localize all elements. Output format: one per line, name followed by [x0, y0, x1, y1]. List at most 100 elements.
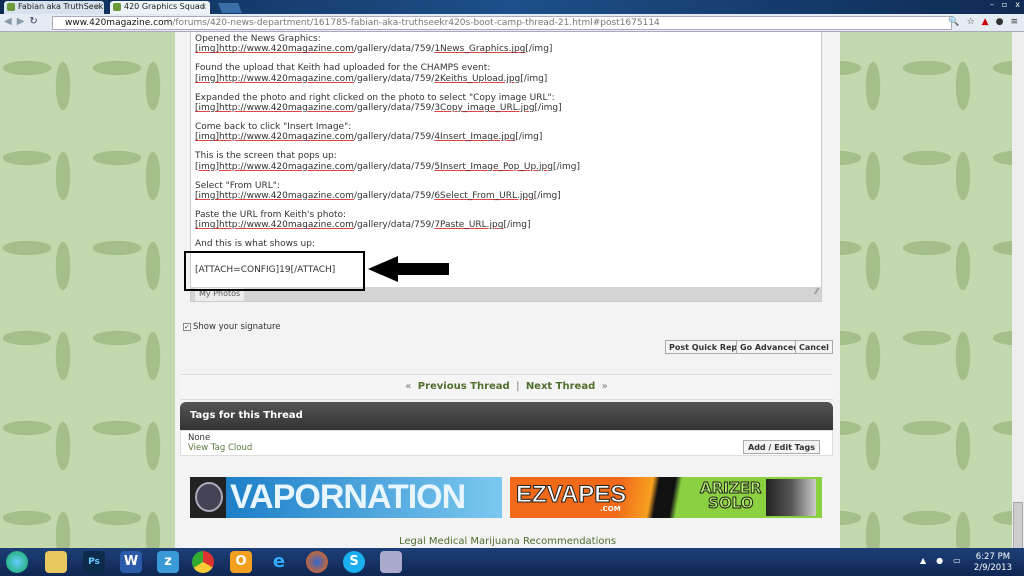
add-edit-tags-button[interactable]: Add / Edit Tags	[743, 440, 820, 454]
url-domain: www.420magazine.com	[246, 73, 354, 84]
extension-icon[interactable]: ▲	[982, 17, 989, 27]
outlook-icon[interactable]: O	[230, 551, 252, 573]
maximize-icon[interactable]: ▫	[1002, 0, 1007, 9]
signature-label: Show your signature	[193, 322, 281, 332]
url-domain: www.420magazine.com	[65, 18, 173, 28]
img-tag: [img]http://www.420magazine.com/gallery/…	[195, 44, 552, 54]
url-domain: www.420magazine.com	[246, 161, 354, 172]
forward-icon[interactable]: ▶	[17, 16, 25, 27]
step-label: Select "From URL":	[195, 180, 280, 191]
url-prefix: [img]http://	[195, 190, 247, 201]
tray-app-icon[interactable]: ●	[936, 556, 943, 565]
tab-label: 420 Graphics Squad	[124, 2, 205, 11]
star-icon[interactable]: ☆	[967, 17, 975, 27]
url-suffix: [/img]	[534, 103, 562, 114]
url-file: 4Insert_Image.jpg	[434, 132, 516, 143]
separator: |	[516, 381, 520, 392]
tab-fabian[interactable]: Fabian aka TruthSeek ×	[4, 1, 104, 14]
url-suffix: [/img]	[503, 220, 531, 231]
signature-option[interactable]: ✓ Show your signature	[183, 322, 281, 332]
editor-paragraph: Opened the News Graphics: [img]http://ww…	[195, 34, 805, 55]
thread-navigation: « Previous Thread | Next Thread »	[180, 374, 833, 400]
url-input[interactable]: www.420magazine.com/forums/420-news-depa…	[52, 16, 952, 30]
url-path: /gallery/data/759/	[353, 44, 435, 55]
url-file: 1News_Graphics.jpg	[434, 44, 526, 55]
url-file: 2Keiths_Upload.jpg	[434, 73, 521, 84]
date: 2/9/2013	[973, 563, 1012, 573]
editor-paragraph: Select "From URL": [img]http://www.420mag…	[195, 181, 805, 202]
url-prefix: [img]http://	[195, 132, 247, 143]
editor-paragraph: Paste the URL from Keith's photo: [img]ht…	[195, 210, 805, 231]
go-advanced-button[interactable]: Go Advanced	[736, 340, 803, 354]
minimize-icon[interactable]: –	[990, 0, 994, 9]
ad-text: VAPORNATION	[230, 478, 466, 516]
ezvapes-ad[interactable]: EZVAPES .COM ARIZER SOLO	[510, 477, 822, 518]
tab-graphics-squad[interactable]: 420 Graphics Squad ×	[110, 1, 210, 14]
scrollbar[interactable]	[1012, 32, 1024, 552]
network-icon[interactable]: ▭	[953, 556, 961, 565]
editor-paragraph: Come back to click "Insert Image": [img]h…	[195, 122, 805, 143]
url-file: 5Insert_Image_Pop_Up.jpg	[434, 161, 553, 172]
prev-arrow: «	[405, 381, 412, 392]
close-icon[interactable]: ×	[200, 2, 207, 11]
cancel-button[interactable]: Cancel	[795, 340, 833, 354]
z-app-icon[interactable]: z	[157, 551, 179, 573]
zoom-icon[interactable]: 🔍	[948, 17, 959, 27]
next-arrow: »	[601, 381, 608, 392]
url-prefix: [img]http://	[195, 220, 247, 231]
taskbar: Ps W z O e S ▲ ● ▭ 6:27 PM 2/9/2013	[0, 548, 1024, 576]
resize-handle-icon[interactable]: ⁄⁄	[815, 287, 818, 296]
url-file: 3Copy_image_URL.jpg	[434, 103, 535, 114]
tags-value: None	[188, 433, 211, 443]
ad-subtext: .COM	[600, 505, 621, 513]
arrow-icon	[368, 256, 449, 282]
url-path: /gallery/data/759/	[353, 220, 435, 231]
tags-header: Tags for this Thread	[180, 402, 833, 430]
extension-icon[interactable]: ●	[996, 17, 1004, 27]
url-prefix: [img]http://	[195, 161, 247, 172]
url-prefix: [img]http://	[195, 44, 247, 55]
back-icon[interactable]: ◀	[4, 16, 12, 27]
browser-tab-bar: Fabian aka TruthSeek × 420 Graphics Squad…	[0, 0, 1024, 14]
chrome-icon[interactable]	[192, 551, 214, 573]
view-tag-cloud-link[interactable]: View Tag Cloud	[188, 443, 252, 453]
photoshop-icon[interactable]: Ps	[83, 551, 105, 573]
reload-icon[interactable]: ↻	[29, 16, 37, 27]
word-icon[interactable]: W	[120, 551, 142, 573]
img-tag: [img]http://www.420magazine.com/gallery/…	[195, 162, 580, 172]
step-label: Opened the News Graphics:	[195, 34, 321, 44]
step-label: This is the screen that pops up:	[195, 151, 337, 162]
step-label: Paste the URL from Keith's photo:	[195, 209, 347, 220]
explorer-icon[interactable]	[45, 551, 67, 573]
editor-paragraph: Expanded the photo and right clicked on …	[195, 93, 805, 114]
vapornation-ad[interactable]: VAPORNATION	[190, 477, 502, 518]
skype-icon[interactable]: S	[343, 551, 365, 573]
ad-product: SOLO	[708, 494, 754, 512]
close-icon[interactable]: ×	[94, 2, 101, 11]
previous-thread-link[interactable]: Previous Thread	[418, 381, 510, 392]
legal-recommendations-link[interactable]: Legal Medical Marijuana Recommendations	[175, 536, 840, 547]
time: 6:27 PM	[975, 552, 1011, 562]
url-suffix: [/img]	[552, 161, 580, 172]
url-path: /gallery/data/759/	[353, 161, 435, 172]
paint-icon[interactable]	[380, 551, 402, 573]
img-tag: [img]http://www.420magazine.com/gallery/…	[195, 191, 561, 201]
url-file: 6Select_From_URL.jpg	[434, 190, 534, 201]
start-button-icon[interactable]	[6, 551, 28, 573]
firefox-icon[interactable]	[306, 551, 328, 573]
internet-explorer-icon[interactable]: e	[268, 551, 290, 573]
tags-body: None View Tag Cloud Add / Edit Tags	[180, 430, 833, 456]
show-hidden-icons[interactable]: ▲	[920, 556, 926, 565]
url-path: /gallery/data/759/	[353, 73, 435, 84]
menu-icon[interactable]: ≡	[1010, 17, 1018, 27]
url-path: /gallery/data/759/	[353, 103, 435, 114]
step-label: Found the upload that Keith had uploaded…	[195, 63, 491, 74]
editor-paragraph: This is the screen that pops up: [img]htt…	[195, 151, 805, 172]
close-window-icon[interactable]: x	[1015, 0, 1020, 9]
img-tag: [img]http://www.420magazine.com/gallery/…	[195, 103, 562, 113]
next-thread-link[interactable]: Next Thread	[526, 381, 595, 392]
new-tab-button[interactable]	[218, 3, 242, 13]
clock[interactable]: 6:27 PM 2/9/2013	[974, 552, 1012, 574]
scrollbar-thumb[interactable]	[1013, 502, 1023, 552]
signature-checkbox[interactable]: ✓	[183, 323, 191, 331]
